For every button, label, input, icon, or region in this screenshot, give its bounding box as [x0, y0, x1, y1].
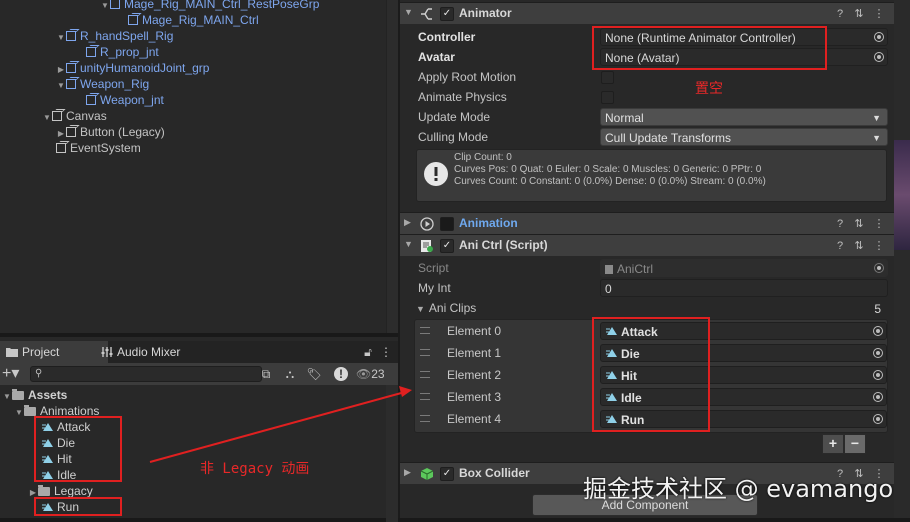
annotation-arrow: [149, 386, 412, 463]
watermark: 掘金技术社区 @ evamango: [583, 475, 894, 503]
